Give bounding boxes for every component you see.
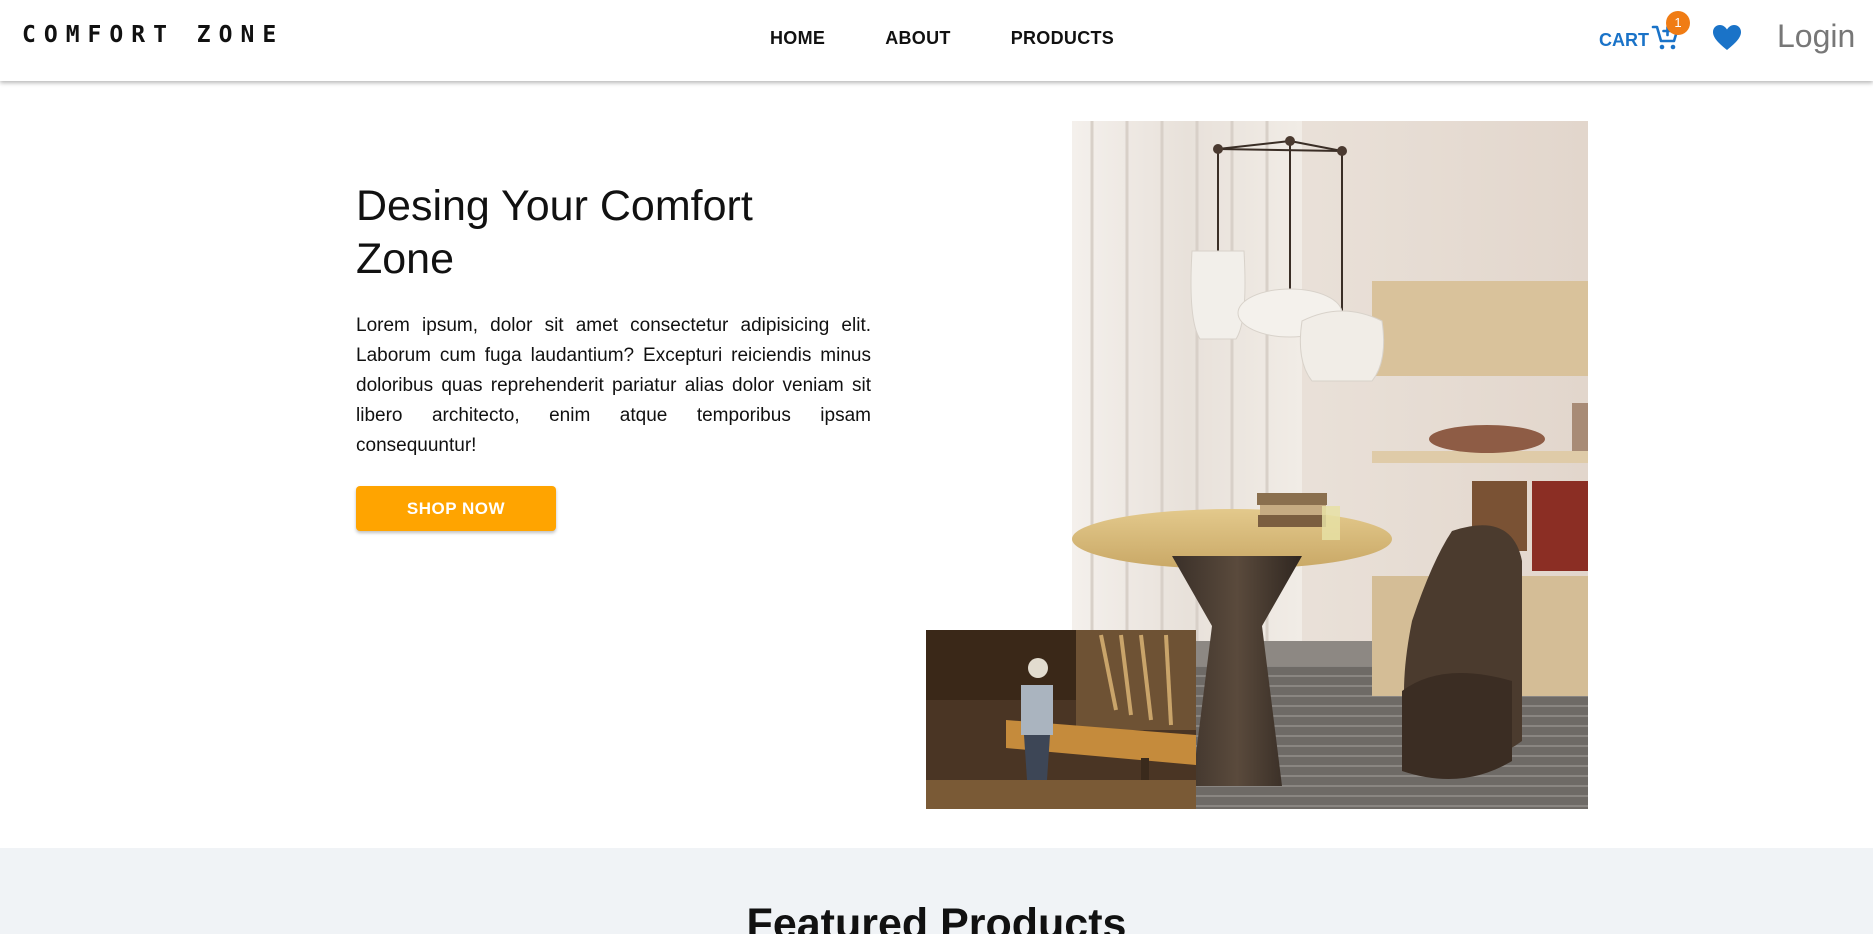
nav-home-link[interactable]: HOME xyxy=(770,28,825,49)
featured-section: Featured Products xyxy=(0,848,1873,934)
cart-label: CART xyxy=(1599,29,1649,50)
brand-logo[interactable]: COMFORT ZONE xyxy=(22,22,284,48)
login-link[interactable]: Login xyxy=(1777,18,1855,55)
nav-products-link[interactable]: PRODUCTS xyxy=(1011,28,1114,49)
cart-count-badge: 1 xyxy=(1666,11,1690,35)
main-nav: HOME ABOUT PRODUCTS xyxy=(770,28,1174,49)
hero-title: Desing Your Comfort Zone xyxy=(356,182,753,283)
top-navbar: COMFORT ZONE HOME ABOUT PRODUCTS CART 1 … xyxy=(0,0,1873,81)
shop-now-button[interactable]: SHOP NOW xyxy=(356,486,556,531)
heart-icon[interactable] xyxy=(1712,24,1742,52)
nav-about-link[interactable]: ABOUT xyxy=(885,28,951,49)
featured-products-title: Featured Products xyxy=(746,900,1127,934)
hero-description: Lorem ipsum, dolor sit amet consectetur … xyxy=(356,315,871,456)
carpenter-workshop-image xyxy=(926,630,1196,809)
